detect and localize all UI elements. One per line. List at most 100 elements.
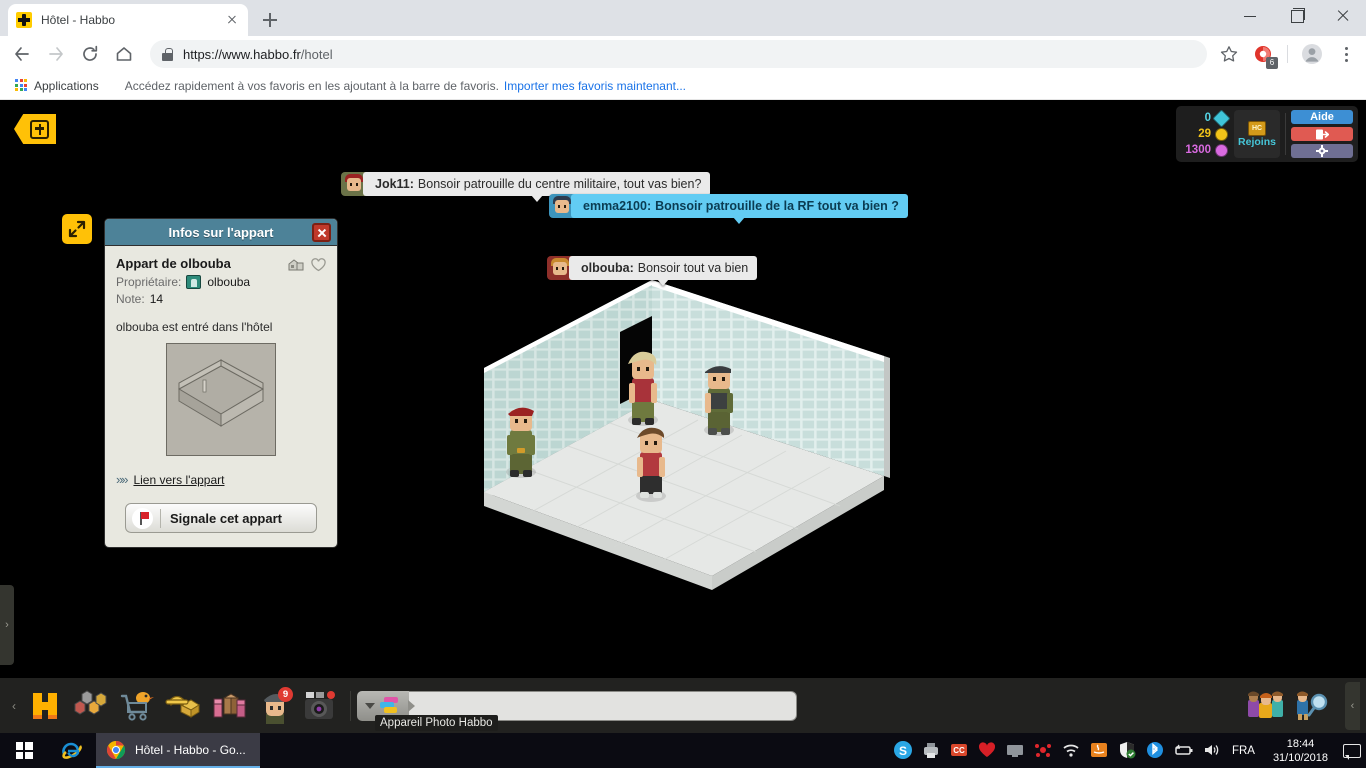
navigator-button[interactable] [1289,683,1335,728]
diamond-icon [1212,108,1231,128]
chat-bubble-body: emma2100: Bonsoir patrouille de la RF to… [571,194,908,224]
chevron-left-icon[interactable]: ‹ [6,699,22,713]
defender-tray-icon[interactable] [1117,740,1139,762]
skype-tray-icon[interactable]: S [893,740,915,762]
friends-button[interactable] [1243,683,1289,728]
fullscreen-expand-icon[interactable] [62,214,92,244]
report-room-button[interactable]: Signale cet appart [125,503,317,533]
internet-explorer-icon [62,742,82,759]
chat-username: emma2100: [583,199,652,213]
close-icon[interactable] [1320,0,1366,32]
exit-button[interactable] [1291,127,1353,141]
entered-message: olbouba est entré dans l'hôtel [116,320,273,334]
printer-tray-icon[interactable] [921,740,943,762]
chat-bubble[interactable]: Jok11: Bonsoir patrouille du centre mili… [341,172,711,202]
taskbar-clock[interactable]: 18:44 31/10/2018 [1273,737,1328,765]
new-tab-icon[interactable] [258,8,282,32]
chevron-left-icon: ‹ [1350,699,1355,712]
antivirus-tray-icon[interactable] [1033,740,1055,762]
currency-display[interactable]: 0 29 1300 [1181,108,1234,158]
browser-tabstrip: Hôtel - Habbo [0,0,1366,36]
chat-bubble-body: Jok11: Bonsoir patrouille du centre mili… [363,172,711,202]
camera-button[interactable] [298,683,344,728]
habbo-back-icon[interactable] [14,114,56,144]
camera-icon [305,691,335,719]
catalogue-button[interactable] [68,683,114,728]
builders-club-button[interactable] [160,683,206,728]
chat-bubble-style-icon [380,696,398,713]
heart-icon[interactable] [311,258,326,272]
internet-explorer-button[interactable] [48,733,96,768]
rating-row: Note: 14 [116,292,326,306]
taskbar-window-chrome[interactable]: Hôtel - Habbo - Go... [96,733,260,768]
right-panel-collapse-tab[interactable]: ‹ [1345,681,1360,730]
owner-label: Propriétaire: [116,275,182,289]
diamond-amount: 0 [1204,112,1211,124]
chrome-icon [106,740,126,759]
windows-start-icon[interactable] [0,733,48,768]
address-bar[interactable]: https://www.habbo.fr/hotel [150,40,1207,68]
url-path: /hotel [300,46,333,62]
heart-tray-icon[interactable] [977,740,999,762]
hud-divider [1285,113,1286,155]
bookmark-star-icon[interactable] [1217,42,1241,66]
minimize-icon[interactable] [1228,0,1274,32]
url-host: https://www.habbo.fr [183,46,301,62]
help-button[interactable]: Aide [1291,110,1353,124]
language-indicator[interactable]: FRA [1232,745,1255,757]
close-icon[interactable] [312,223,331,242]
chat-bubble[interactable]: emma2100: Bonsoir patrouille de la RF to… [549,194,908,224]
marketplace-button[interactable] [114,683,160,728]
room-render [484,280,890,590]
battery-tray-icon[interactable] [1173,740,1195,762]
display-tray-icon[interactable] [1005,740,1027,762]
red-flag-icon [132,507,153,529]
avatar-soldier-left [506,407,536,478]
reload-icon[interactable] [76,40,104,68]
chat-text: Bonsoir tout va bien [637,261,749,275]
apps-shortcut[interactable]: Applications [10,76,107,96]
me-menu-button[interactable]: 9 [252,683,298,728]
ducket-amount: 1300 [1185,144,1211,156]
currency-row: 1300 [1185,142,1228,158]
settings-button[interactable] [1291,144,1353,158]
forward-arrow-icon[interactable] [42,40,70,68]
caret-down-icon [365,702,375,709]
chat-bubble[interactable]: olbouba: Bonsoir tout va bien [547,256,758,286]
owner-name[interactable]: olbouba [207,275,250,289]
notification-center-icon[interactable] [1340,740,1362,762]
volume-tray-icon[interactable] [1201,740,1223,762]
habbo-home-button[interactable] [22,683,68,728]
profile-avatar-icon[interactable] [1300,42,1324,66]
wifi-tray-icon[interactable] [1061,740,1083,762]
room-info-panel[interactable]: Infos sur l'appart Appart de olbouba Pro… [104,218,338,548]
bluetooth-tray-icon[interactable] [1145,740,1167,762]
furniture-icon [213,693,246,718]
house-icon[interactable] [288,258,304,272]
isometric-room[interactable] [480,280,890,690]
ccleaner-tray-icon[interactable]: CC [949,740,971,762]
maximize-icon[interactable] [1274,0,1320,32]
room-link[interactable]: »» Lien vers l'appart [116,472,326,487]
panel-body: Appart de olbouba Propriétaire: olbouba [105,246,337,547]
java-tray-icon[interactable] [1089,740,1111,762]
windows-taskbar: Hôtel - Habbo - Go... S CC FRA 18:44 31/… [0,733,1366,768]
habbo-game-canvas[interactable]: Jok11: Bonsoir patrouille du centre mili… [0,100,1366,733]
browser-tab[interactable]: Hôtel - Habbo [8,4,248,36]
room-name: Appart de olbouba [116,256,231,271]
bookmarks-hint: Accédez rapidement à vos favoris en les … [124,78,499,93]
avatar-red-front [636,427,666,502]
ducket-icon [1215,143,1228,157]
browser-toolbar: https://www.habbo.fr/hotel 6 [0,36,1366,72]
habbo-club-button[interactable]: HC Rejoins [1234,110,1280,158]
home-icon[interactable] [110,40,138,68]
inventory-button[interactable] [206,683,252,728]
import-bookmarks-link[interactable]: Importer mes favoris maintenant... [504,79,686,93]
back-arrow-icon[interactable] [8,40,36,68]
left-panel-expand-tab[interactable]: › [0,585,14,665]
three-dot-menu-icon[interactable] [1334,42,1358,66]
lock-icon [162,47,173,61]
avatar-cap-right [704,366,734,436]
extension-icon[interactable]: 6 [1251,42,1278,69]
close-icon[interactable] [224,12,240,28]
